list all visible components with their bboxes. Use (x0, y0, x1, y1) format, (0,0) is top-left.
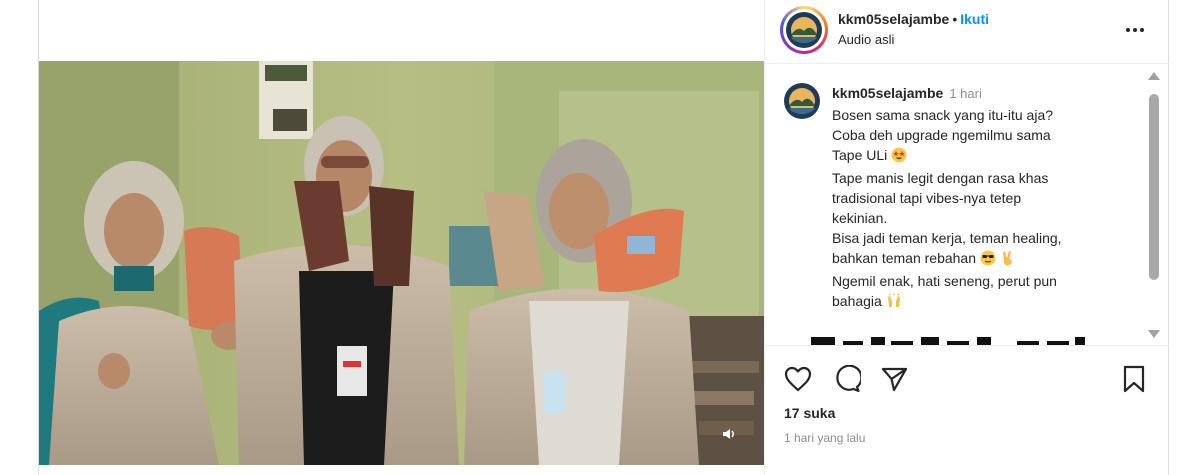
caption-text: kkm05selajambe 1 hari Bosen sama snack ya… (832, 84, 1132, 314)
caption-username[interactable]: kkm05selajambe (832, 85, 943, 101)
caption-line-text: bahkan teman rebahan (832, 250, 976, 266)
caption-line: Tape ULi (832, 145, 1132, 168)
like-button[interactable] (783, 364, 813, 394)
media-top-whitespace (39, 0, 764, 61)
post-timestamp[interactable]: 1 hari yang lalu (784, 431, 865, 445)
like-count[interactable]: 17 suka (784, 405, 835, 421)
share-icon (881, 367, 908, 392)
caption-line-text: Tape ULi (832, 147, 888, 163)
video-frame-image (39, 61, 764, 465)
share-button[interactable] (879, 364, 909, 394)
speaker-icon (723, 429, 734, 439)
comment-icon (836, 365, 861, 393)
caption-line: bahagia (832, 291, 1132, 314)
caption-line: bahkan teman rebahan (832, 248, 1132, 271)
caption-line-text: bahagia (832, 293, 882, 309)
logo-avatar-image (786, 12, 822, 48)
save-button[interactable] (1119, 364, 1149, 394)
post-actions: 17 suka 1 hari yang lalu (765, 345, 1169, 475)
caption-line: Bosen sama snack yang itu-itu aja? (832, 107, 1054, 123)
post-header: kkm05selajambe • Ikuti Audio asli (765, 0, 1169, 64)
star-struck-emoji (891, 147, 907, 168)
caption-line: Coba deh upgrade ngemilmu sama (832, 127, 1051, 143)
caption-cut-off-line (811, 334, 1091, 345)
scroll-up-arrow[interactable] (1148, 72, 1160, 80)
raising-hands-emoji (886, 293, 902, 314)
follow-button[interactable]: Ikuti (960, 11, 989, 27)
caption-line: Ngemil enak, hati seneng, perut pun (832, 273, 1057, 289)
mute-button[interactable] (718, 423, 740, 445)
caption-area[interactable]: kkm05selajambe 1 hari Bosen sama snack ya… (765, 68, 1148, 345)
post-side-panel: kkm05selajambe • Ikuti Audio asli kkm05sel… (764, 0, 1169, 475)
comment-button[interactable] (832, 364, 862, 394)
scroll-thumb[interactable] (1149, 94, 1159, 280)
caption-line: Tape manis legit dengan rasa khas (832, 170, 1049, 186)
more-options-button[interactable] (1123, 20, 1147, 40)
media-bottom-whitespace (39, 465, 764, 475)
post-video[interactable] (39, 61, 764, 465)
profile-avatar[interactable] (780, 6, 828, 54)
caption-line: tradisional tapi vibes-nya tetep (832, 190, 1022, 206)
header-username[interactable]: kkm05selajambe (838, 11, 949, 27)
sunglasses-emoji (980, 250, 996, 271)
caption-time[interactable]: 1 hari (949, 86, 982, 101)
header-separator: • (952, 11, 958, 27)
caption-line: Bisa jadi teman kerja, teman healing, (832, 230, 1062, 246)
scroll-down-arrow[interactable] (1148, 330, 1160, 338)
bookmark-icon (1123, 365, 1145, 393)
caption-line: kekinian. (832, 210, 888, 226)
logo-avatar-image (784, 83, 820, 119)
victory-hand-emoji (1000, 250, 1016, 271)
heart-icon (784, 366, 812, 392)
caption-avatar[interactable] (783, 82, 821, 120)
more-options-icon (1126, 28, 1130, 32)
caption-scrollbar[interactable] (1146, 70, 1162, 342)
audio-link[interactable]: Audio asli (838, 31, 989, 49)
